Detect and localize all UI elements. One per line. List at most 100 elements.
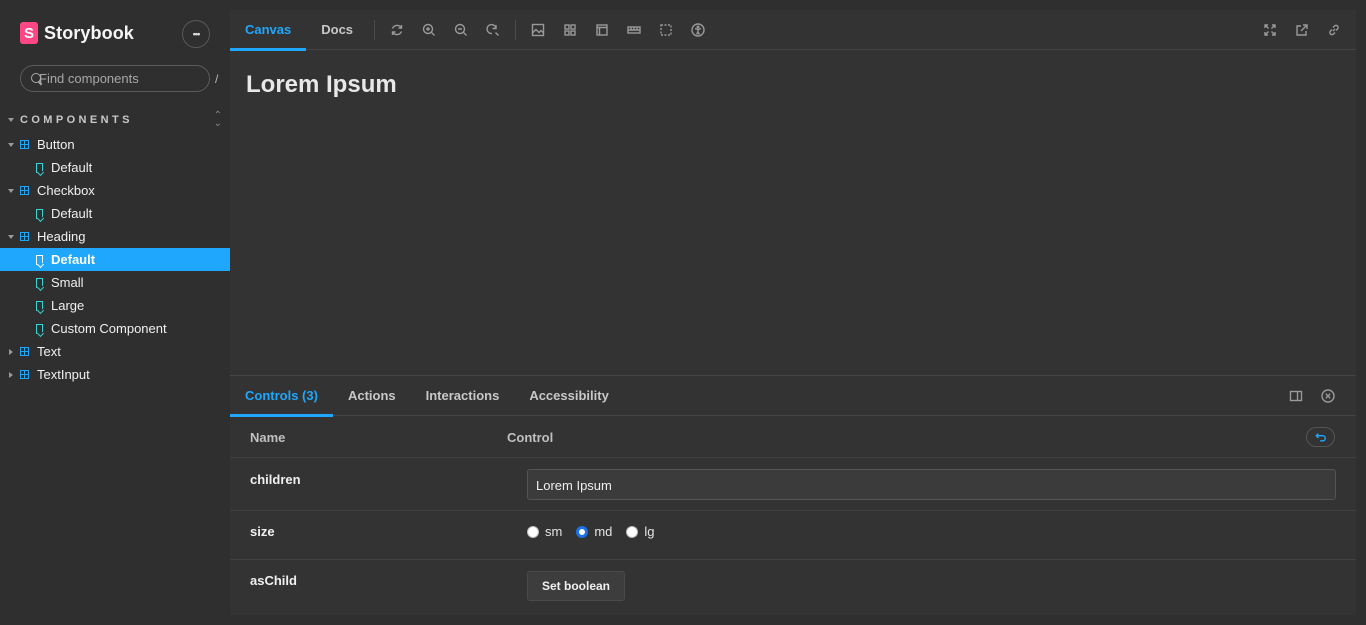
size-option-md[interactable]: md bbox=[576, 524, 612, 539]
grid-button[interactable] bbox=[554, 10, 586, 50]
chevron-down-icon bbox=[8, 234, 14, 239]
reset-controls-button[interactable] bbox=[1306, 427, 1335, 447]
vision-simulator-button[interactable] bbox=[682, 10, 714, 50]
copy-link-button[interactable] bbox=[1318, 10, 1350, 50]
zoom-reset-icon bbox=[486, 23, 500, 36]
addons-panel: Controls (3) Actions Interactions Access… bbox=[230, 375, 1356, 615]
table-row: asChild Set boolean bbox=[230, 560, 1356, 616]
radio-label: lg bbox=[644, 524, 655, 539]
sidebar-component-button[interactable]: Button bbox=[0, 133, 230, 156]
toggle-panel-orientation-button[interactable] bbox=[1280, 389, 1312, 403]
chevron-right-icon bbox=[9, 348, 13, 355]
section-title: COMPONENTS bbox=[20, 114, 133, 126]
sidebar-component-textinput[interactable]: TextInput bbox=[0, 363, 230, 386]
search-input[interactable] bbox=[39, 71, 215, 86]
expand-collapse-all-icon[interactable]: ⌃ ⌄ bbox=[214, 111, 222, 129]
background-button[interactable] bbox=[522, 10, 554, 50]
sidebar-story-item[interactable]: Large bbox=[0, 294, 230, 317]
sidebar-component-text[interactable]: Text bbox=[0, 340, 230, 363]
toolbar-divider bbox=[374, 19, 376, 40]
tab-accessibility[interactable]: Accessibility bbox=[514, 376, 624, 416]
radio-button[interactable] bbox=[626, 525, 639, 538]
sidebar: S Storybook ••• / COMPONENTS ⌃⌄ Button De… bbox=[0, 0, 230, 625]
table-row: size sm md lg bbox=[230, 511, 1356, 560]
close-panel-button[interactable] bbox=[1312, 389, 1344, 403]
sidebar-item-label: Default bbox=[51, 206, 93, 221]
addon-panel-tools bbox=[1280, 376, 1344, 416]
measure-button[interactable] bbox=[618, 10, 650, 50]
tab-docs[interactable]: Docs bbox=[306, 10, 368, 50]
tab-actions[interactable]: Actions bbox=[333, 376, 411, 416]
sidebar-item-label: Text bbox=[37, 344, 61, 359]
viewport-button[interactable] bbox=[586, 10, 618, 50]
bookmark-icon bbox=[36, 300, 43, 311]
table-row: children Lorem Ipsum bbox=[230, 458, 1356, 511]
size-radio-group: sm md lg bbox=[527, 524, 669, 539]
zoom-in-icon bbox=[422, 23, 436, 36]
external-link-icon bbox=[1296, 24, 1308, 36]
ellipsis-icon: ••• bbox=[192, 29, 201, 39]
grid-icon bbox=[564, 23, 576, 36]
zoom-reset-button[interactable] bbox=[477, 10, 509, 50]
radio-button[interactable] bbox=[527, 525, 539, 538]
size-option-lg[interactable]: lg bbox=[626, 524, 655, 539]
story-canvas: Lorem Ipsum bbox=[230, 51, 1356, 375]
control-column-header: Control bbox=[507, 429, 554, 445]
storybook-logo-icon: S bbox=[20, 22, 38, 44]
sidebar-item-label: TextInput bbox=[37, 367, 90, 382]
image-icon bbox=[531, 23, 545, 36]
toolbar-right-tools bbox=[1254, 10, 1350, 50]
sidebar-story-item[interactable]: Small bbox=[0, 271, 230, 294]
arg-name: size bbox=[250, 524, 275, 539]
link-icon bbox=[1329, 24, 1339, 36]
arg-name: children bbox=[250, 472, 301, 487]
bookmark-icon bbox=[36, 254, 43, 265]
tab-interactions[interactable]: Interactions bbox=[411, 376, 515, 416]
accessibility-icon bbox=[691, 22, 705, 37]
ruler-icon bbox=[627, 25, 641, 34]
bookmark-icon bbox=[36, 208, 43, 219]
search-box[interactable]: / bbox=[20, 65, 218, 92]
sidebar-item-label: Small bbox=[51, 275, 84, 290]
set-boolean-button[interactable]: Set boolean bbox=[527, 571, 626, 601]
component-icon bbox=[20, 140, 29, 149]
zoom-out-button[interactable] bbox=[445, 10, 477, 50]
tab-controls[interactable]: Controls (3) bbox=[230, 376, 333, 417]
fullscreen-icon bbox=[1264, 24, 1276, 36]
component-icon bbox=[20, 370, 29, 379]
component-icon bbox=[20, 347, 29, 356]
component-icon bbox=[20, 186, 29, 195]
sidebar-story-item[interactable]: Default bbox=[0, 156, 230, 179]
bookmark-icon bbox=[36, 323, 43, 334]
zoom-in-button[interactable] bbox=[413, 10, 445, 50]
brand-name: Storybook bbox=[44, 22, 134, 43]
radio-button[interactable] bbox=[576, 525, 589, 538]
chevron-down-icon bbox=[8, 118, 14, 122]
radio-label: md bbox=[594, 524, 613, 539]
browser-icon bbox=[596, 23, 608, 36]
children-text-input[interactable]: Lorem Ipsum bbox=[527, 469, 1336, 500]
sidebar-item-label: Checkbox bbox=[37, 183, 95, 198]
sidebar-item-label: Custom Component bbox=[51, 321, 167, 336]
chevron-down-icon bbox=[8, 142, 14, 147]
toolbar: Canvas Docs bbox=[230, 10, 1356, 51]
sidebar-item-label: Large bbox=[51, 298, 85, 313]
sidebar-component-checkbox[interactable]: Checkbox bbox=[0, 179, 230, 202]
size-option-sm[interactable]: sm bbox=[527, 524, 562, 539]
fullscreen-button[interactable] bbox=[1254, 10, 1286, 50]
sidebar-component-heading[interactable]: Heading bbox=[0, 225, 230, 248]
sidebar-story-item[interactable]: Default bbox=[0, 202, 230, 225]
storybook-brand[interactable]: S Storybook bbox=[20, 22, 134, 44]
controls-table-header: Name Control bbox=[230, 417, 1356, 458]
sidebar-story-item[interactable]: Default bbox=[0, 248, 230, 271]
remount-button[interactable] bbox=[381, 10, 413, 50]
sidebar-item-label: Default bbox=[51, 252, 96, 267]
tab-canvas[interactable]: Canvas bbox=[230, 10, 307, 51]
components-section-header[interactable]: COMPONENTS ⌃ ⌄ bbox=[8, 111, 222, 129]
sidebar-item-label: Default bbox=[51, 160, 93, 175]
outline-button[interactable] bbox=[650, 10, 682, 50]
more-options-button[interactable]: ••• bbox=[182, 20, 210, 48]
open-new-tab-button[interactable] bbox=[1286, 10, 1318, 50]
bookmark-icon bbox=[36, 277, 43, 288]
sidebar-story-item[interactable]: Custom Component bbox=[0, 317, 230, 340]
